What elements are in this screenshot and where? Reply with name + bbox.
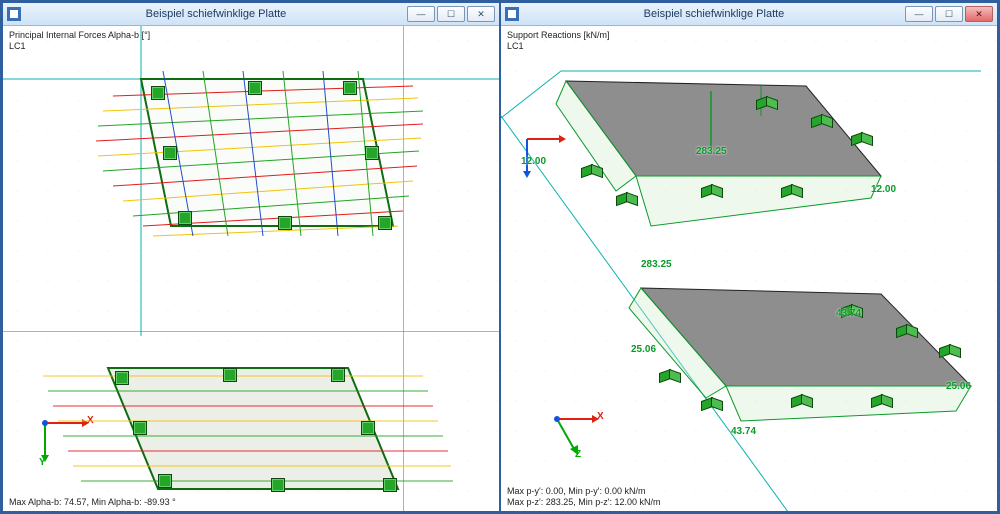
support-node	[158, 474, 172, 488]
support-node	[115, 371, 129, 385]
close-button[interactable]: ✕	[467, 6, 495, 22]
reaction-value: 43.74	[836, 308, 861, 319]
support-node	[343, 81, 357, 95]
window-right: Beispiel schiefwinklige Platte — ☐ ✕ Sup…	[500, 2, 998, 512]
loadcase-label: LC1	[507, 41, 610, 52]
titlebar-left[interactable]: Beispiel schiefwinklige Platte — ☐ ✕	[3, 3, 499, 26]
loadcase-label: LC1	[9, 41, 150, 52]
support-3d	[616, 194, 638, 206]
reaction-value: 43.74	[731, 426, 756, 437]
support-3d	[781, 186, 803, 198]
viewport-right[interactable]: Support Reactions [kN/m] LC1 Max p-y': 0…	[501, 26, 997, 511]
divider-horizontal	[3, 331, 499, 332]
support-node	[271, 478, 285, 492]
window-title-left: Beispiel schiefwinklige Platte	[25, 8, 407, 20]
support-node	[383, 478, 397, 492]
reaction-value: 12.00	[521, 156, 546, 167]
status-line-left: Max Alpha-b: 74.57, Min Alpha-b: -89.93 …	[9, 497, 176, 508]
support-3d	[896, 326, 918, 338]
minimize-button[interactable]: —	[407, 6, 435, 22]
result-type-label: Support Reactions [kN/m]	[507, 30, 610, 41]
titlebar-right[interactable]: Beispiel schiefwinklige Platte — ☐ ✕	[501, 3, 997, 26]
support-node	[133, 421, 147, 435]
support-3d	[871, 396, 893, 408]
minimize-button[interactable]: —	[905, 6, 933, 22]
app-icon	[7, 7, 21, 21]
meta-text-right: Support Reactions [kN/m] LC1	[507, 30, 610, 53]
support-3d	[581, 166, 603, 178]
maximize-button[interactable]: ☐	[935, 6, 963, 22]
support-3d	[756, 98, 778, 110]
support-3d	[701, 186, 723, 198]
support-node	[223, 368, 237, 382]
support-node	[278, 216, 292, 230]
support-node	[163, 146, 177, 160]
support-3d	[811, 116, 833, 128]
support-node	[331, 368, 345, 382]
support-node	[178, 211, 192, 225]
reaction-value: 283.25	[641, 259, 672, 270]
reaction-value: 12.00	[871, 184, 896, 195]
divider-vertical	[403, 26, 404, 511]
app-icon	[505, 7, 519, 21]
status-line-right: Max p-y': 0.00, Min p-y': 0.00 kN/m Max …	[507, 486, 661, 509]
window-left: Beispiel schiefwinklige Platte — ☐ ✕ Pri…	[2, 2, 500, 512]
viewport-left[interactable]: Principal Internal Forces Alpha-b [°] LC…	[3, 26, 499, 511]
support-3d	[791, 396, 813, 408]
reaction-value: 25.06	[631, 344, 656, 355]
maximize-button[interactable]: ☐	[437, 6, 465, 22]
support-node	[378, 216, 392, 230]
support-3d	[939, 346, 961, 358]
reaction-value: 283.25	[696, 146, 727, 157]
support-3d	[659, 371, 681, 383]
support-3d	[851, 134, 873, 146]
support-3d	[701, 399, 723, 411]
window-title-right: Beispiel schiefwinklige Platte	[523, 8, 905, 20]
support-node	[365, 146, 379, 160]
result-type-label: Principal Internal Forces Alpha-b [°]	[9, 30, 150, 41]
reaction-value: 25.06	[946, 381, 971, 392]
dot-grid	[501, 26, 997, 511]
close-button[interactable]: ✕	[965, 6, 993, 22]
dot-grid	[3, 26, 499, 511]
support-node	[361, 421, 375, 435]
support-node	[248, 81, 262, 95]
support-node	[151, 86, 165, 100]
meta-text-left: Principal Internal Forces Alpha-b [°] LC…	[9, 30, 150, 53]
